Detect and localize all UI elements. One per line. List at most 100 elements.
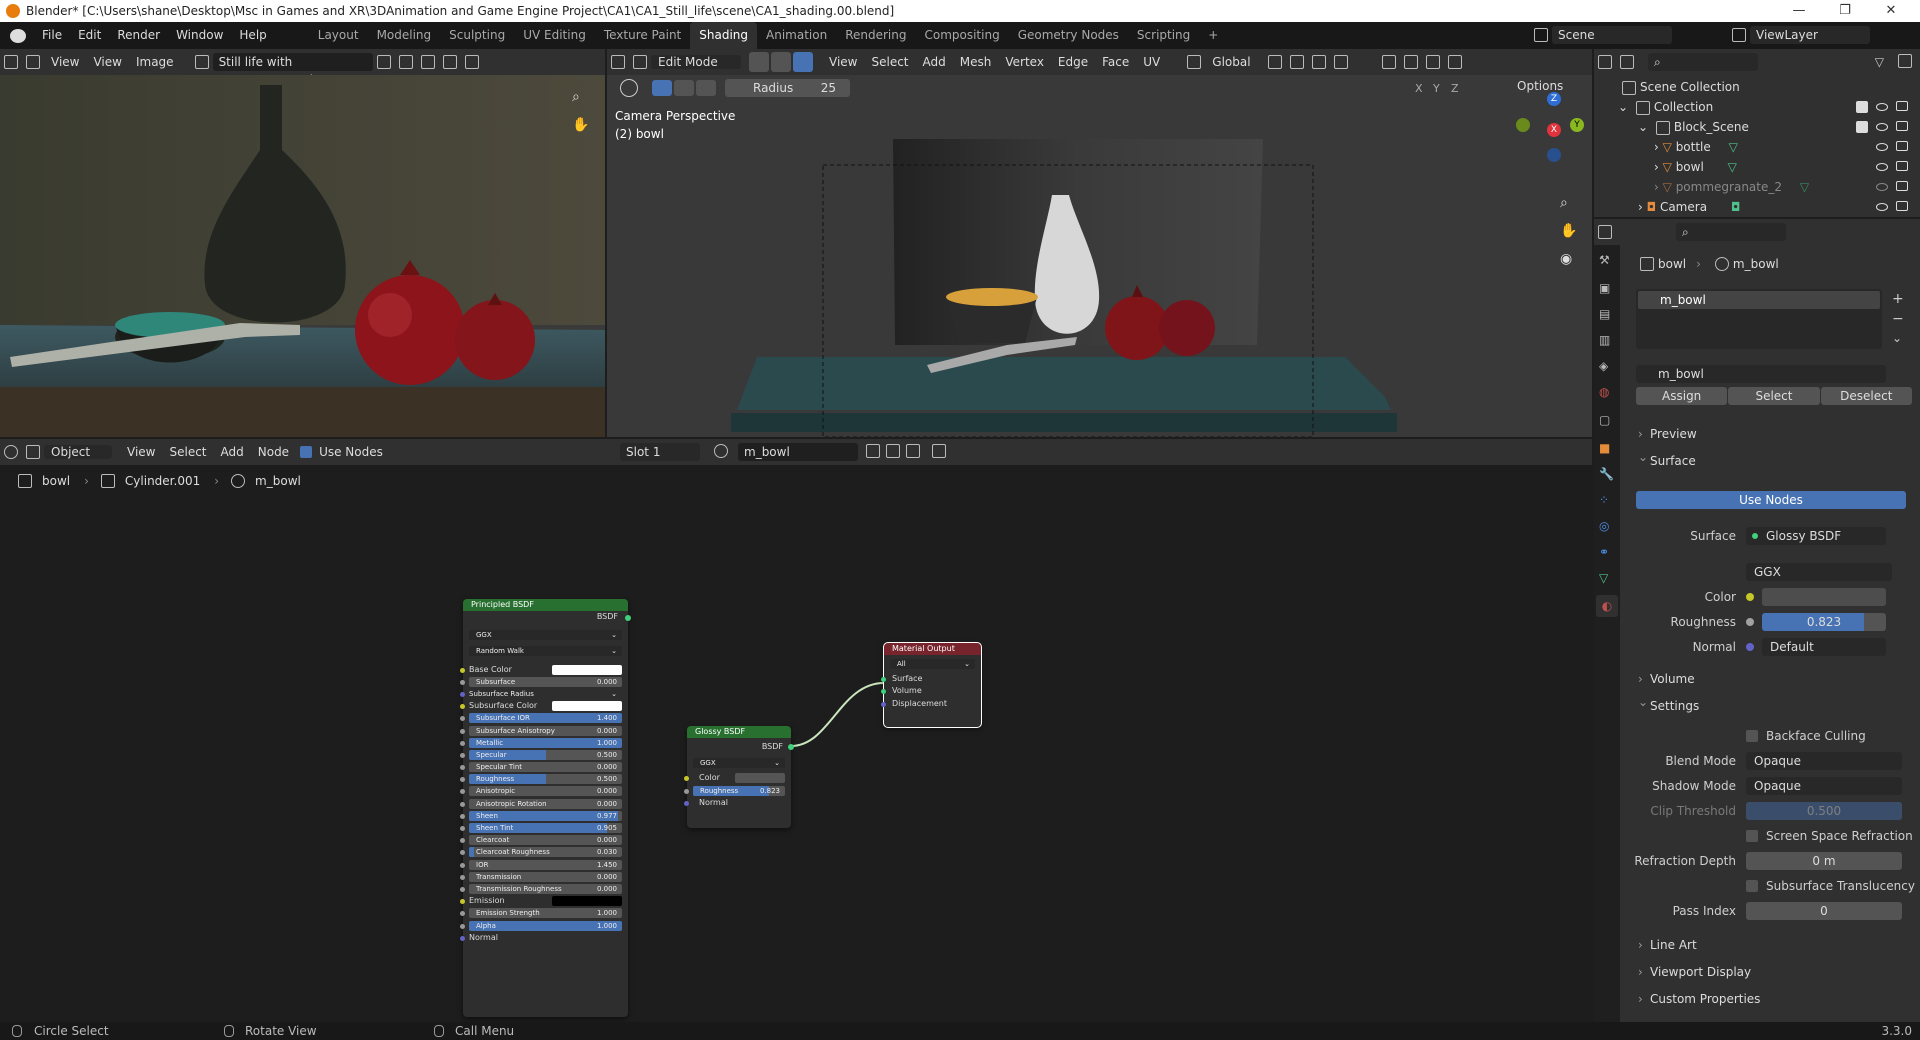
block-scene-exclude-checkbox[interactable] — [1856, 121, 1868, 133]
output-surface-socket[interactable]: Surface — [890, 674, 922, 683]
input-socket[interactable] — [460, 826, 465, 831]
overlay-icon[interactable] — [1425, 55, 1440, 69]
particles-tab-icon[interactable]: ⁘ — [1599, 493, 1609, 507]
render-camera-icon[interactable] — [1896, 181, 1908, 191]
viewport-menu-view[interactable]: View — [822, 55, 864, 69]
unlink-material-icon[interactable] — [906, 444, 920, 458]
input-slider[interactable]: Transmission Roughness 0.000 — [469, 883, 622, 894]
render-camera-icon[interactable] — [1896, 141, 1908, 151]
input-dropdown[interactable]: Subsurface Radius ⌄ — [469, 689, 622, 699]
gizmo-z-axis[interactable]: Z — [1547, 92, 1561, 106]
remove-slot-button[interactable]: − — [1892, 311, 1904, 327]
tab-sculpting[interactable]: Sculpting — [440, 22, 514, 49]
tab-animation[interactable]: Animation — [757, 22, 836, 49]
glossy-output-socket[interactable] — [788, 744, 794, 750]
input-slider[interactable]: Specular 0.500 — [469, 749, 622, 760]
glossy-bsdf-node[interactable]: Glossy BSDF BSDF GGX ⌄ Color Roughness 0.8… — [684, 726, 794, 828]
gizmo-x-axis[interactable]: X — [1547, 123, 1561, 137]
ssr-checkbox[interactable] — [1746, 830, 1758, 842]
distribution-dropdown[interactable]: GGX ⌄ — [469, 630, 622, 641]
material-browse-icon[interactable] — [714, 444, 728, 458]
eye-icon[interactable] — [1876, 123, 1888, 131]
principled-input-row[interactable]: Subsurface Anisotropy 0.000 — [460, 725, 628, 737]
menu-help[interactable]: Help — [231, 22, 274, 49]
input-socket[interactable] — [460, 740, 465, 746]
outliner-row-pommegranate[interactable]: › ▽ pommegranate_2 ▽ — [1654, 177, 1809, 197]
properties-editor-type-icon[interactable] — [1598, 225, 1612, 239]
gizmo-y-axis[interactable]: Y — [1570, 118, 1584, 132]
open-image-icon[interactable] — [420, 55, 435, 69]
node-menu-node[interactable]: Node — [251, 445, 296, 459]
principled-input-row[interactable]: Metallic 1.000 — [460, 737, 628, 749]
material-tab-icon[interactable]: ◐ — [1596, 595, 1618, 617]
output-volume-socket[interactable]: Volume — [890, 686, 922, 695]
glossy-color-swatch[interactable] — [735, 773, 785, 784]
input-slider[interactable]: IOR 1.450 — [469, 859, 622, 870]
image-browse-icon[interactable] — [194, 55, 209, 69]
display-mode-icon[interactable] — [1620, 55, 1634, 69]
subsurface-method-dropdown[interactable]: Random Walk ⌄ — [469, 646, 622, 657]
principled-input-row[interactable]: Roughness 0.500 — [460, 773, 628, 785]
outliner-row-bowl[interactable]: › ▽ bowl ▽ — [1654, 157, 1737, 177]
line-art-panel-header[interactable]: Line Art — [1628, 934, 1918, 956]
image-name-field[interactable]: Still life with pomegranates.jpg — [212, 53, 373, 87]
input-socket[interactable] — [460, 862, 465, 868]
snap-icon[interactable] — [1289, 55, 1304, 69]
3d-viewport[interactable]: Radius 25 X Y Z Options Camera Perspecti… — [607, 75, 1592, 437]
input-socket[interactable] — [460, 911, 465, 917]
viewport-menu-uv[interactable]: UV — [1136, 55, 1167, 69]
outliner-search-input[interactable]: ⌕ — [1648, 53, 1758, 71]
color-swatch[interactable] — [552, 896, 622, 907]
input-slider[interactable]: Alpha 1.000 — [469, 920, 622, 931]
close-window-button[interactable]: ✕ — [1868, 0, 1914, 22]
principled-input-row[interactable]: Emission — [460, 895, 628, 907]
input-socket[interactable] — [460, 679, 465, 685]
view-layer-tab-icon[interactable]: ▥ — [1599, 333, 1610, 347]
render-camera-icon[interactable] — [1896, 121, 1908, 131]
input-socket[interactable] — [460, 777, 465, 783]
tab-modeling[interactable]: Modeling — [368, 22, 441, 49]
add-slot-button[interactable]: + — [1892, 291, 1904, 307]
pivot-icon[interactable] — [1267, 55, 1282, 69]
input-slider[interactable]: Subsurface Anisotropy 0.000 — [469, 725, 622, 736]
viewport-menu-face[interactable]: Face — [1095, 55, 1136, 69]
color-swatch[interactable] — [1762, 588, 1886, 606]
custom-properties-panel-header[interactable]: Custom Properties — [1628, 988, 1918, 1010]
principled-input-row[interactable]: Anisotropic Rotation 0.000 — [460, 798, 628, 810]
principled-input-row[interactable]: Alpha 1.000 — [460, 920, 628, 932]
visibility-icon[interactable] — [1381, 55, 1396, 69]
viewport-menu-edge[interactable]: Edge — [1051, 55, 1095, 69]
input-socket[interactable] — [460, 691, 465, 697]
vertex-select-button[interactable] — [749, 52, 769, 72]
gizmo-neg-z[interactable] — [1547, 148, 1561, 162]
input-socket[interactable] — [460, 886, 465, 892]
input-socket[interactable] — [460, 874, 465, 880]
orientation-dropdown[interactable]: Global — [1205, 55, 1257, 69]
input-slider[interactable]: Anisotropic Rotation 0.000 — [469, 798, 622, 809]
render-tab-icon[interactable]: ▣ — [1599, 281, 1610, 295]
tab-geometry-nodes[interactable]: Geometry Nodes — [1009, 22, 1128, 49]
tab-scripting[interactable]: Scripting — [1128, 22, 1199, 49]
surface-shader-field[interactable]: Glossy BSDF — [1746, 527, 1886, 545]
filter-icon[interactable]: ▽ — [1875, 55, 1884, 69]
color-swatch[interactable] — [552, 664, 622, 675]
tab-texture-paint[interactable]: Texture Paint — [595, 22, 690, 49]
menu-edit[interactable]: Edit — [70, 22, 109, 49]
modifier-tab-icon[interactable]: 🔧 — [1599, 467, 1614, 481]
view-mode-icon[interactable] — [26, 55, 40, 69]
world-tab-icon[interactable]: ◍ — [1599, 385, 1609, 399]
image-menu-image[interactable]: Image — [129, 55, 181, 69]
input-socket[interactable] — [460, 923, 465, 929]
editor-type-icon[interactable] — [4, 445, 18, 459]
scene-selector[interactable]: Scene — [1552, 26, 1672, 44]
input-socket[interactable] — [460, 838, 465, 844]
input-socket[interactable] — [460, 765, 465, 771]
viewport-menu-vertex[interactable]: Vertex — [998, 55, 1051, 69]
input-slider[interactable]: Roughness 0.500 — [469, 774, 622, 785]
principled-input-row[interactable]: IOR 1.450 — [460, 859, 628, 871]
gizmo-neg-y[interactable] — [1516, 118, 1530, 132]
render-camera-icon[interactable] — [1896, 161, 1908, 171]
backface-culling-checkbox[interactable] — [1746, 730, 1758, 742]
outliner-row-bottle[interactable]: › ▽ bottle ▽ — [1654, 137, 1738, 157]
input-slider[interactable]: Clearcoat 0.000 — [469, 835, 622, 846]
